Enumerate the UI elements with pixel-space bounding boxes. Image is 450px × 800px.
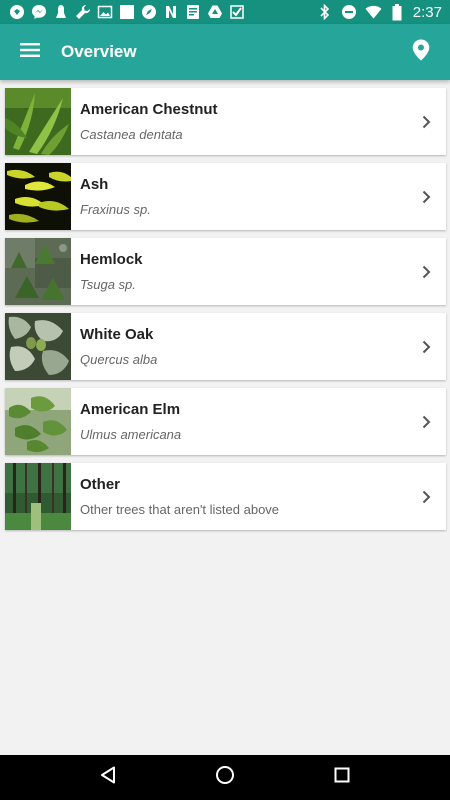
home-button[interactable] [195, 755, 255, 800]
bluetooth-icon [317, 4, 334, 21]
tree-scientific-name: Fraxinus sp. [80, 202, 151, 217]
home-icon [215, 765, 235, 790]
forest-photo [5, 463, 71, 530]
tree-name: American Chestnut [80, 101, 218, 118]
tree-name: American Elm [80, 401, 181, 418]
chevron-right-icon [406, 388, 446, 455]
wrench-icon [74, 4, 91, 21]
check-icon [228, 4, 245, 21]
location-button[interactable] [392, 24, 450, 80]
notification-app-icon [8, 4, 25, 21]
tree-scientific-name: Castanea dentata [80, 127, 183, 142]
compass-icon [140, 4, 157, 21]
system-icons: 2:37 [317, 3, 442, 21]
status-bar: 2:37 [0, 0, 450, 24]
hemlock-photo [5, 238, 71, 305]
tree-list: American Chestnut Castanea dentata Ash F… [5, 88, 446, 538]
location-pin-icon [412, 39, 430, 66]
tree-card-ash[interactable]: Ash Fraxinus sp. [5, 163, 446, 230]
menu-button[interactable] [0, 24, 60, 80]
ash-photo [5, 163, 71, 230]
back-icon [100, 766, 116, 789]
tree-name: Ash [80, 176, 109, 193]
document-icon [184, 4, 201, 21]
tree-name: Other [80, 476, 121, 493]
app-bar: Overview [0, 24, 450, 80]
messenger-icon [30, 4, 47, 21]
do-not-disturb-icon [341, 4, 358, 21]
tree-card-other[interactable]: Other Other trees that aren't listed abo… [5, 463, 446, 530]
chevron-right-icon [406, 463, 446, 530]
square-icon [118, 4, 135, 21]
chevron-right-icon [406, 88, 446, 155]
back-button[interactable] [78, 755, 138, 800]
tree-card-white-oak[interactable]: White Oak Quercus alba [5, 313, 446, 380]
image-icon [96, 4, 113, 21]
tree-card-american-chestnut[interactable]: American Chestnut Castanea dentata [5, 88, 446, 155]
tree-name: White Oak [80, 326, 154, 343]
tree-card-american-elm[interactable]: American Elm Ulmus americana [5, 388, 446, 455]
chevron-right-icon [406, 313, 446, 380]
page-title: Overview [61, 42, 137, 61]
recents-icon [334, 767, 350, 788]
tree-description: Other trees that aren't listed above [80, 502, 280, 517]
system-nav-bar [0, 755, 450, 800]
tree-name: Hemlock [80, 251, 143, 268]
chevron-right-icon [406, 163, 446, 230]
tree-scientific-name: Quercus alba [80, 352, 158, 367]
white-oak-photo [5, 313, 71, 380]
menu-icon [20, 42, 40, 63]
status-time: 2:37 [412, 3, 442, 21]
chevron-right-icon [406, 238, 446, 305]
tree-scientific-name: Ulmus americana [80, 427, 182, 442]
notification-icons [8, 4, 245, 21]
tree-scientific-name: Tsuga sp. [80, 277, 136, 292]
tree-card-hemlock[interactable]: Hemlock Tsuga sp. [5, 238, 446, 305]
american-chestnut-photo [5, 88, 71, 155]
drive-icon [206, 4, 223, 21]
notification-bell-icon [52, 4, 69, 21]
american-elm-photo [5, 388, 71, 455]
n-app-icon [162, 4, 179, 21]
recents-button[interactable] [312, 755, 372, 800]
wifi-icon [365, 4, 382, 21]
battery-icon [389, 3, 406, 21]
